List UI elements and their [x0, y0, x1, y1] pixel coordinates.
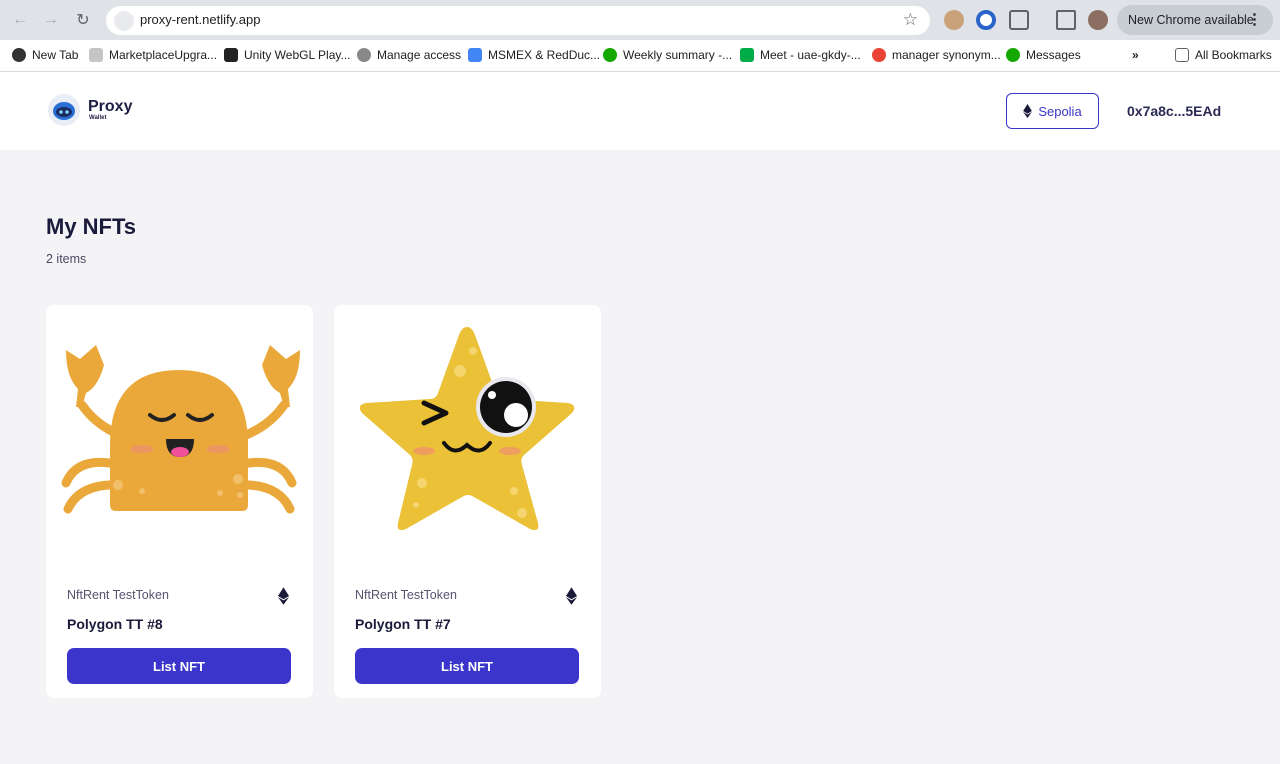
- nft-name: Polygon TT #8: [67, 616, 163, 632]
- globe-icon: [12, 48, 26, 62]
- bookmark-label: Meet - uae-gkdy-...: [760, 48, 861, 62]
- network-button[interactable]: Sepolia: [1006, 93, 1099, 129]
- extensions-puzzle-icon[interactable]: [1009, 10, 1029, 30]
- collection-name: NftRent TestToken: [355, 588, 457, 602]
- browser-toolbar: ← → ↻ proxy-rent.netlify.app ☆ New Chrom…: [0, 0, 1280, 40]
- bookmark-label: Unity WebGL Play...: [244, 48, 351, 62]
- proxy-extension-icon[interactable]: [976, 10, 996, 30]
- nft-card[interactable]: NftRent TestToken Polygon TT #8 List NFT: [46, 305, 313, 698]
- network-label: Sepolia: [1038, 103, 1082, 119]
- upwork-icon: [1006, 48, 1020, 62]
- unity-icon: [224, 48, 238, 62]
- bookmark-star-icon[interactable]: ☆: [903, 10, 918, 30]
- list-nft-button[interactable]: List NFT: [355, 648, 579, 684]
- reload-icon[interactable]: ↻: [72, 9, 94, 31]
- bookmark-label: manager synonym...: [892, 48, 1001, 62]
- url-text: proxy-rent.netlify.app: [140, 12, 261, 27]
- crab-nft-image: [61, 345, 300, 514]
- extension-icon[interactable]: [944, 10, 964, 30]
- bookmark-label: All Bookmarks: [1195, 48, 1272, 62]
- bookmark-item[interactable]: Messages: [1006, 48, 1081, 62]
- bookmark-label: New Tab: [32, 48, 79, 62]
- more-bookmarks-icon[interactable]: »: [1132, 48, 1139, 62]
- proxy-logo-icon[interactable]: [48, 94, 80, 126]
- list-nft-button[interactable]: List NFT: [67, 648, 291, 684]
- page-title: My NFTs: [46, 214, 137, 239]
- menu-dots-icon[interactable]: ⋮: [1247, 10, 1262, 28]
- bookmark-label: MarketplaceUpgra...: [109, 48, 218, 62]
- item-count: 2 items: [46, 252, 87, 266]
- address-bar[interactable]: proxy-rent.netlify.app ☆: [106, 6, 930, 35]
- ethereum-icon: [278, 587, 289, 605]
- bookmark-label: Manage access: [377, 48, 462, 62]
- bookmark-item[interactable]: Manage access: [357, 48, 461, 62]
- ethereum-icon: [566, 587, 577, 605]
- forward-icon[interactable]: →: [40, 9, 62, 31]
- bookmark-item[interactable]: Meet - uae-gkdy-...: [740, 48, 861, 62]
- bookmark-item[interactable]: MarketplaceUpgra...: [89, 48, 217, 62]
- meet-icon: [740, 48, 754, 62]
- upwork-icon: [603, 48, 617, 62]
- bookmark-item[interactable]: Weekly summary -...: [603, 48, 732, 62]
- update-label: New Chrome available: [1128, 13, 1254, 27]
- bookmark-label: Weekly summary -...: [623, 48, 733, 62]
- github-icon: [357, 48, 371, 62]
- logo-subtext: Wallet: [89, 115, 107, 121]
- bookmarks-bar: New Tab MarketplaceUpgra... Unity WebGL …: [0, 40, 1280, 72]
- folder-icon: [1175, 48, 1189, 62]
- starfish-nft-image: [359, 327, 575, 531]
- nft-name: Polygon TT #7: [355, 616, 451, 632]
- app-header: Proxy Wallet Sepolia 0x7a8c...5EAd: [0, 72, 1280, 150]
- nft-card[interactable]: NftRent TestToken Polygon TT #7 List NFT: [334, 305, 601, 698]
- bookmark-item[interactable]: New Tab: [12, 48, 78, 62]
- docs-icon: [468, 48, 482, 62]
- back-icon[interactable]: ←: [9, 9, 31, 31]
- bookmark-label: MSMEX & RedDuc...: [488, 48, 601, 62]
- chrome-update-button[interactable]: New Chrome available ⋮: [1117, 5, 1273, 35]
- logo-text: Proxy: [88, 98, 133, 115]
- site-icon: [89, 48, 103, 62]
- bookmark-item[interactable]: Unity WebGL Play...: [224, 48, 350, 62]
- bookmark-item[interactable]: MSMEX & RedDuc...: [468, 48, 600, 62]
- site-settings-icon[interactable]: [114, 11, 134, 31]
- collection-name: NftRent TestToken: [67, 588, 169, 602]
- all-bookmarks[interactable]: All Bookmarks: [1175, 48, 1272, 62]
- profile-avatar[interactable]: [1088, 10, 1108, 30]
- ethereum-icon: [1023, 104, 1033, 118]
- bookmark-label: Messages: [1026, 48, 1081, 62]
- google-icon: [872, 48, 886, 62]
- wallet-address[interactable]: 0x7a8c...5EAd: [1127, 103, 1221, 119]
- side-panel-icon[interactable]: [1056, 10, 1076, 30]
- bookmark-item[interactable]: manager synonym...: [872, 48, 1001, 62]
